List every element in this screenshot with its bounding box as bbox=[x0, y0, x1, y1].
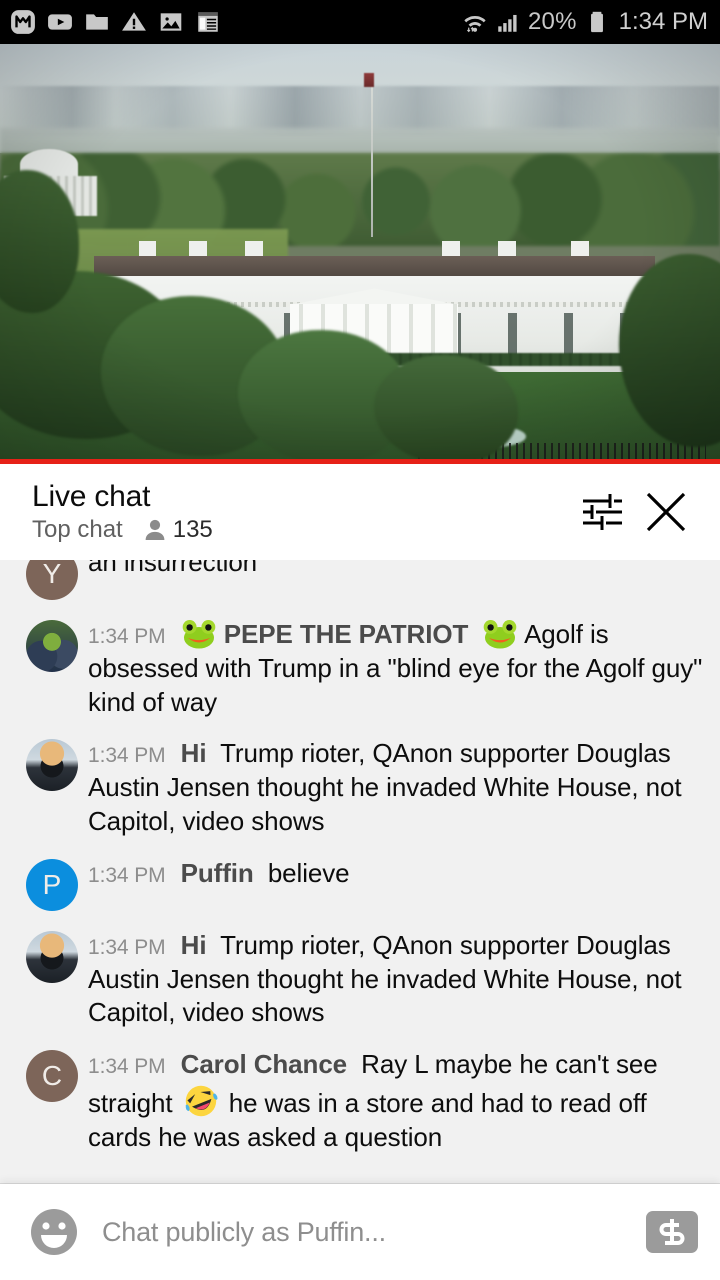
chat-message[interactable]: C 1:34 PM Carol Chance Ray L maybe he ca… bbox=[0, 1039, 720, 1163]
status-bar-left-icons bbox=[10, 9, 221, 35]
frog-emoji bbox=[484, 620, 517, 649]
warning-triangle-icon bbox=[122, 12, 146, 31]
message-author[interactable]: PEPE THE PATRIOT bbox=[224, 619, 469, 649]
message-timestamp: 1:34 PM bbox=[88, 1055, 166, 1079]
viewer-count: 135 bbox=[172, 516, 213, 544]
dollar-superchat-icon bbox=[659, 1219, 685, 1245]
message-text: Trump rioter, QAnon supporter Douglas Au… bbox=[88, 929, 682, 1028]
avatar-letter: P bbox=[42, 868, 62, 900]
superchat-button[interactable] bbox=[646, 1211, 698, 1253]
chat-message[interactable]: P 1:34 PM Puffin believe bbox=[0, 848, 720, 920]
message-author[interactable]: Hi bbox=[181, 738, 207, 768]
message-timestamp: 1:34 PM bbox=[88, 625, 166, 648]
avatar[interactable]: C bbox=[26, 1050, 78, 1103]
message-body: 1:34 PM Puffin believe bbox=[88, 857, 704, 911]
message-body: an insurrection bbox=[88, 560, 704, 600]
message-timestamp: 1:34 PM bbox=[88, 744, 166, 768]
avatar-letter: Y bbox=[42, 560, 62, 589]
avatar[interactable] bbox=[26, 930, 78, 983]
emoji-smiley-icon[interactable] bbox=[28, 1206, 80, 1258]
message-text: Trump rioter, QAnon supporter Douglas Au… bbox=[88, 738, 682, 836]
chat-message[interactable]: 1:34 PM PEPE THE PATRIOT Agolf is obsess… bbox=[0, 609, 720, 728]
chat-header-titles: Live chat Top chat 135 bbox=[32, 480, 570, 545]
chat-input-bar: Chat publicly as Puffin... bbox=[0, 1184, 720, 1280]
message-author[interactable]: Puffin bbox=[181, 858, 254, 888]
chat-header-subrow: Top chat 135 bbox=[32, 516, 570, 544]
message-body: 1:34 PM Hi Trump rioter, QAnon supporter… bbox=[88, 737, 704, 838]
top-chat-label[interactable]: Top chat bbox=[32, 516, 123, 544]
video-frame-white-house bbox=[0, 44, 720, 464]
status-bar: 20% 1:34 PM bbox=[0, 0, 720, 44]
avatar[interactable]: P bbox=[26, 858, 78, 911]
avatar[interactable] bbox=[26, 620, 78, 672]
battery-icon bbox=[590, 11, 603, 33]
video-player[interactable] bbox=[0, 44, 720, 464]
live-chat-header: Live chat Top chat 135 bbox=[0, 464, 720, 560]
message-author[interactable]: Hi bbox=[181, 930, 207, 960]
avatar-letter: C bbox=[41, 1060, 63, 1092]
chat-settings-button[interactable] bbox=[570, 480, 634, 544]
photo-icon bbox=[160, 13, 182, 31]
chat-message[interactable]: 1:34 PM Hi Trump rioter, QAnon supporter… bbox=[0, 920, 720, 1039]
tune-sliders-icon bbox=[583, 494, 622, 530]
message-text: an insurrection bbox=[88, 560, 258, 577]
message-author[interactable]: Carol Chance bbox=[181, 1049, 348, 1079]
chat-message[interactable]: Y an insurrection bbox=[0, 560, 720, 609]
wifi-icon bbox=[464, 16, 486, 33]
app-root: 20% 1:34 PM Live chat Top chat 135 Y an … bbox=[0, 0, 720, 1280]
message-body: 1:34 PM PEPE THE PATRIOT Agolf is obsess… bbox=[88, 618, 704, 719]
message-timestamp: 1:34 PM bbox=[88, 935, 166, 959]
message-text: believe bbox=[267, 857, 350, 888]
avatar[interactable] bbox=[26, 739, 78, 792]
messenger-icon bbox=[11, 10, 35, 34]
rofl-emoji bbox=[185, 1085, 218, 1117]
status-bar-clock: 1:34 PM bbox=[618, 8, 708, 35]
person-icon bbox=[145, 520, 165, 541]
chat-message[interactable]: 1:34 PM Hi Trump rioter, QAnon supporter… bbox=[0, 728, 720, 847]
avatar[interactable]: Y bbox=[26, 560, 78, 600]
live-chat-title: Live chat bbox=[32, 479, 151, 513]
youtube-icon bbox=[48, 14, 72, 30]
close-x-icon bbox=[646, 492, 686, 532]
battery-percent-label: 20% bbox=[527, 8, 577, 35]
chat-input-field[interactable]: Chat publicly as Puffin... bbox=[102, 1217, 624, 1248]
chat-message-list[interactable]: Y an insurrection 1:34 PM PEPE THE PATRI… bbox=[0, 560, 720, 1184]
message-body: 1:34 PM Hi Trump rioter, QAnon supporter… bbox=[88, 929, 704, 1030]
notepad-icon bbox=[198, 12, 218, 32]
folder-icon bbox=[86, 14, 108, 30]
frog-emoji bbox=[182, 620, 215, 649]
cell-signal-icon bbox=[498, 14, 517, 32]
message-body: 1:34 PM Carol Chance Ray L maybe he can'… bbox=[88, 1048, 704, 1154]
message-timestamp: 1:34 PM bbox=[88, 863, 166, 887]
status-bar-right: 20% 1:34 PM bbox=[462, 9, 708, 35]
close-chat-button[interactable] bbox=[634, 480, 698, 544]
